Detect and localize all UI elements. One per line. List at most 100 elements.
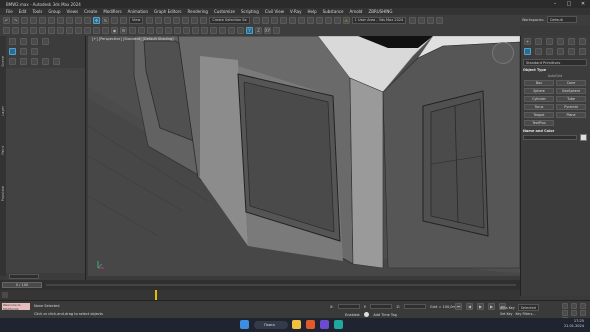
viewport-label[interactable]: [+] [Perspective] [Standard] [Default Sh… bbox=[92, 37, 174, 41]
material-editor-icon[interactable] bbox=[306, 16, 314, 24]
find-icon[interactable] bbox=[53, 58, 60, 65]
scene-list[interactable] bbox=[6, 68, 85, 273]
selected-dropdown[interactable]: Selected bbox=[517, 304, 539, 311]
motion-icon[interactable] bbox=[30, 27, 37, 34]
polygon-tool-icon[interactable] bbox=[165, 27, 172, 34]
primitive-torus-button[interactable]: Torus bbox=[524, 104, 554, 110]
object-paint-tab[interactable]: Paint bbox=[1, 146, 5, 155]
close-icon[interactable]: ✕ bbox=[576, 0, 590, 8]
object-paint-icon[interactable] bbox=[75, 27, 82, 34]
constraint-icon[interactable] bbox=[273, 27, 280, 34]
unlink-icon[interactable] bbox=[30, 16, 37, 24]
helpers-icon[interactable] bbox=[568, 48, 575, 55]
bind-icon[interactable] bbox=[39, 16, 46, 24]
shapes-icon[interactable] bbox=[535, 48, 542, 55]
project-folder-icon[interactable] bbox=[418, 16, 426, 24]
layer-view-icon[interactable] bbox=[42, 58, 49, 65]
connect-tool-icon[interactable] bbox=[183, 27, 190, 34]
primitive-cylinder-button[interactable]: Cylinder bbox=[524, 96, 554, 102]
filter-shapes-icon[interactable] bbox=[31, 38, 38, 45]
align-icon[interactable] bbox=[261, 16, 269, 24]
vertex-tool-icon[interactable] bbox=[156, 27, 163, 34]
window-crossing-icon[interactable] bbox=[84, 16, 91, 24]
name-color-header[interactable]: Name and Color bbox=[523, 129, 554, 133]
modify-tab-icon[interactable] bbox=[535, 38, 542, 45]
menu-item-views[interactable]: Views bbox=[67, 9, 79, 14]
select-by-name-icon[interactable] bbox=[66, 16, 73, 24]
open-folder-icon[interactable] bbox=[409, 16, 417, 24]
slice-tool-icon[interactable] bbox=[174, 27, 181, 34]
box-tool-icon[interactable] bbox=[138, 27, 145, 34]
workspaces-selector[interactable]: Workspaces: Default bbox=[522, 16, 580, 23]
zoom-all-icon[interactable] bbox=[571, 303, 577, 309]
pivot-icon[interactable] bbox=[146, 16, 154, 24]
app-icon[interactable] bbox=[320, 320, 329, 329]
sort-icon[interactable] bbox=[20, 58, 27, 65]
toggle-ribbon-icon[interactable] bbox=[279, 16, 287, 24]
menu-item-civil-view[interactable]: Civil View bbox=[265, 9, 284, 14]
chamfer-tool-icon[interactable] bbox=[192, 27, 199, 34]
utilities-icon[interactable] bbox=[48, 27, 55, 34]
workspaces-dropdown[interactable]: Default bbox=[547, 16, 578, 23]
utilities-tab-icon[interactable] bbox=[579, 38, 586, 45]
primitive-teapot-button[interactable]: Teapot bbox=[524, 112, 554, 118]
primitive-textplus-button[interactable]: TextPlus bbox=[524, 120, 554, 126]
zoom-icon[interactable] bbox=[562, 303, 568, 309]
render-setup-icon[interactable] bbox=[315, 16, 323, 24]
curve-editor-icon[interactable] bbox=[288, 16, 296, 24]
menu-item-v-ray[interactable]: V-Ray bbox=[290, 9, 301, 14]
undo-icon[interactable]: ↶ bbox=[3, 16, 10, 24]
object-color-swatch[interactable] bbox=[580, 134, 587, 141]
filter-icon[interactable] bbox=[93, 27, 100, 34]
hierarchy-tab-icon[interactable] bbox=[546, 38, 553, 45]
bevel-tool-icon[interactable] bbox=[210, 27, 217, 34]
clock[interactable]: 17:25 21.01.2024 bbox=[564, 319, 584, 329]
scale-icon[interactable] bbox=[111, 16, 118, 24]
modify-icon[interactable] bbox=[12, 27, 19, 34]
angle-snap-icon[interactable] bbox=[173, 16, 181, 24]
render-icon[interactable] bbox=[333, 16, 341, 24]
cameras-icon[interactable] bbox=[557, 48, 564, 55]
viewcube-icon[interactable] bbox=[492, 42, 514, 64]
add-time-tag[interactable]: Add Time Tag bbox=[373, 313, 397, 317]
category-dropdown[interactable]: Standard Primitives bbox=[523, 59, 587, 66]
edge-tool-icon[interactable] bbox=[147, 27, 154, 34]
object-type-header[interactable]: Object Type bbox=[523, 68, 546, 72]
go-to-start-icon[interactable]: ⏮ bbox=[455, 303, 462, 310]
primitive-cone-button[interactable]: Cone bbox=[556, 80, 586, 86]
populate-icon[interactable] bbox=[84, 27, 91, 34]
lights-icon[interactable] bbox=[546, 48, 553, 55]
menu-item-customize[interactable]: Customize bbox=[214, 9, 235, 14]
redo-icon[interactable]: ↷ bbox=[12, 16, 19, 24]
x-coordinate-field[interactable] bbox=[337, 304, 360, 309]
maximize-icon[interactable]: □ bbox=[562, 0, 576, 8]
menu-item-rendering[interactable]: Rendering bbox=[188, 9, 208, 14]
motion-tab-icon[interactable] bbox=[557, 38, 564, 45]
layer-tab[interactable]: Layer bbox=[1, 106, 5, 116]
orbit-icon[interactable] bbox=[580, 310, 586, 316]
taskbar-search[interactable]: Поиск bbox=[254, 321, 288, 329]
menu-item-scripting[interactable]: Scripting bbox=[241, 9, 259, 14]
menu-item-edit[interactable]: Edit bbox=[19, 9, 27, 14]
primitive-plane-button[interactable]: Plane bbox=[556, 112, 586, 118]
selection-icon[interactable] bbox=[66, 27, 73, 34]
render-preset-icon[interactable] bbox=[436, 16, 444, 24]
filter-geometry-icon[interactable] bbox=[20, 38, 27, 45]
menu-item-create[interactable]: Create bbox=[84, 9, 97, 14]
menu-item-tools[interactable]: Tools bbox=[32, 9, 42, 14]
menu-item-arnold[interactable]: Arnold bbox=[350, 9, 363, 14]
play-icon[interactable]: ▶ bbox=[477, 303, 484, 310]
perspective-viewport[interactable]: [+] [Perspective] [Standard] [Default Sh… bbox=[88, 36, 520, 276]
filter-lights-icon[interactable] bbox=[42, 38, 49, 45]
z-axis-icon[interactable]: Z bbox=[255, 27, 262, 34]
create-icon[interactable] bbox=[3, 27, 10, 34]
autogrid-checkbox[interactable]: AutoGrid bbox=[521, 74, 589, 78]
zoom-extents-icon[interactable] bbox=[580, 303, 586, 309]
menu-item-file[interactable]: File bbox=[6, 9, 13, 14]
current-frame-marker[interactable] bbox=[155, 290, 157, 300]
menu-item-substance[interactable]: Substance bbox=[323, 9, 344, 14]
y-axis-icon[interactable]: Y bbox=[246, 27, 253, 34]
menu-item-graph-editors[interactable]: Graph Editors bbox=[154, 9, 181, 14]
layer-explorer-icon[interactable] bbox=[270, 16, 278, 24]
next-frame-icon[interactable]: ▶ bbox=[488, 303, 495, 310]
